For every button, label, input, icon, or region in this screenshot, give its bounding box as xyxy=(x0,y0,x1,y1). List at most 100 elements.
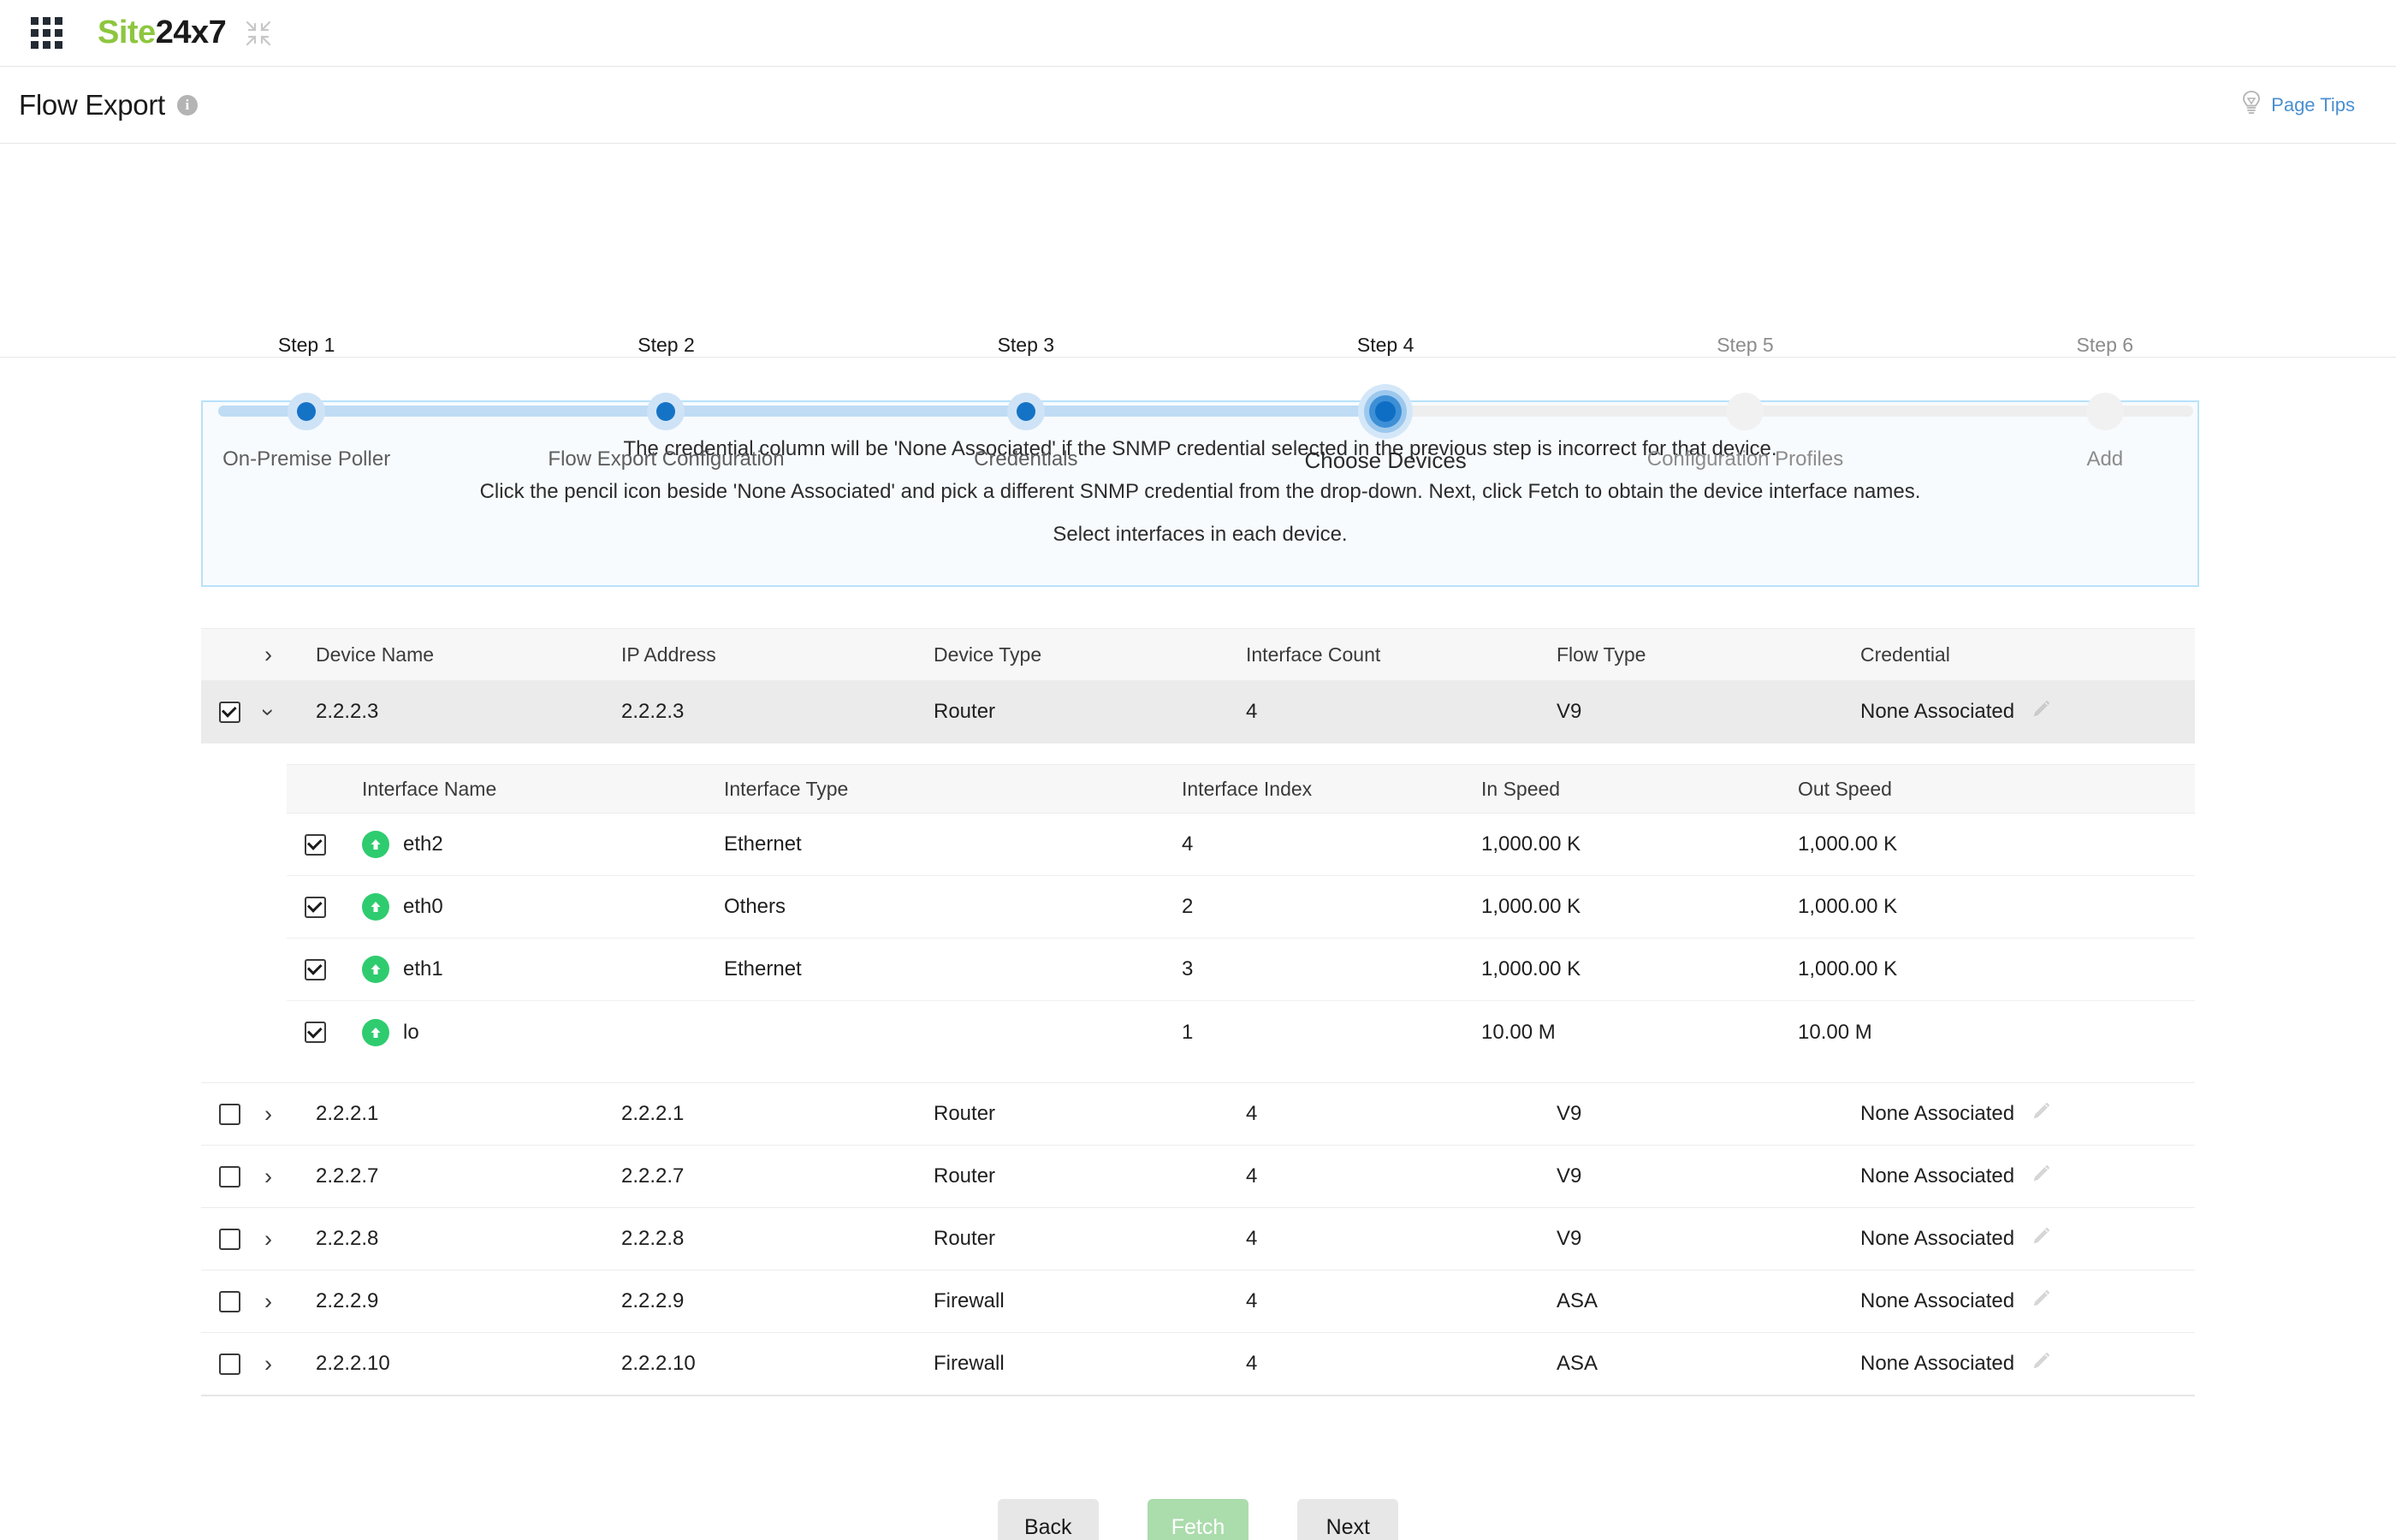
header-expand-cell[interactable]: › xyxy=(258,643,316,666)
device-credential: None Associated xyxy=(1860,1102,2015,1125)
device-row[interactable]: › 2.2.2.3 2.2.2.3 Router 4 V9 None Associated xyxy=(201,681,2195,743)
device-interface-count: 4 xyxy=(1246,1102,1258,1125)
device-row-expand-toggle[interactable]: › xyxy=(258,1164,316,1188)
interface-header-index: Interface Index xyxy=(1182,777,1313,800)
chevron-right-icon[interactable]: › xyxy=(264,1289,272,1313)
device-table-body: › 2.2.2.3 2.2.2.3 Router 4 V9 None Associated I… xyxy=(201,681,2195,1395)
device-row-checkbox-cell[interactable] xyxy=(201,1228,258,1250)
stepper-step-2[interactable]: Step 2 Flow Export Configuration xyxy=(486,144,845,471)
interface-row-checkbox-cell[interactable] xyxy=(287,896,343,918)
device-row[interactable]: › 2.2.2.7 2.2.2.7 Router 4 V9 None Associated xyxy=(201,1146,2195,1208)
device-interface-count: 4 xyxy=(1246,1227,1258,1250)
interface-header-name: Interface Name xyxy=(362,777,497,800)
interface-row-checkbox[interactable] xyxy=(304,958,326,980)
page-tips-link[interactable]: Page Tips xyxy=(2240,90,2355,121)
page-header-left: Flow Export i xyxy=(19,89,198,121)
chevron-right-icon[interactable]: › xyxy=(264,1352,272,1376)
device-row[interactable]: › 2.2.2.8 2.2.2.8 Router 4 V9 None Associated xyxy=(201,1208,2195,1270)
device-row-checkbox[interactable] xyxy=(218,1353,240,1375)
interface-row-checkbox-cell[interactable] xyxy=(287,958,343,980)
device-row-checkbox[interactable] xyxy=(218,1165,240,1188)
interface-row-checkbox-cell[interactable] xyxy=(287,833,343,856)
device-row-checkbox-cell[interactable] xyxy=(201,1165,258,1188)
edit-credential-pencil-icon[interactable] xyxy=(2030,1350,2052,1378)
device-name: 2.2.2.7 xyxy=(316,1164,379,1188)
stepper-step-dot-4[interactable] xyxy=(1206,384,1565,439)
interface-row-checkbox[interactable] xyxy=(304,833,326,856)
interface-in-speed: 1,000.00 K xyxy=(1481,832,1581,856)
device-row-checkbox-cell[interactable] xyxy=(201,701,258,723)
site24x7-logo[interactable]: Site24x7 xyxy=(98,15,227,51)
stepper-step-dot-3[interactable] xyxy=(846,388,1206,435)
fetch-button[interactable]: Fetch xyxy=(1147,1499,1249,1540)
edit-credential-pencil-icon[interactable] xyxy=(2030,1100,2052,1128)
page-content: The credential column will be 'None Asso… xyxy=(0,400,2396,1540)
stepper-step-4[interactable]: Step 4 Choose Devices xyxy=(1206,144,1565,473)
interface-index: 4 xyxy=(1182,832,1194,856)
device-name: 2.2.2.9 xyxy=(316,1289,379,1312)
chevron-right-icon[interactable]: › xyxy=(264,1164,272,1188)
info-banner-line-1: Click the pencil icon beside 'None Assoc… xyxy=(479,480,1921,503)
interface-row[interactable]: eth1 Ethernet 3 1,000.00 K 1,000.00 K xyxy=(287,939,2195,1001)
info-icon[interactable]: i xyxy=(176,94,198,116)
edit-credential-pencil-icon[interactable] xyxy=(2030,698,2052,726)
interface-row-checkbox[interactable] xyxy=(304,896,326,918)
stepper-step-1[interactable]: Step 1 On-Premise Poller xyxy=(127,144,486,471)
device-row-checkbox[interactable] xyxy=(218,701,240,723)
back-button[interactable]: Back xyxy=(997,1499,1099,1540)
stepper-step-dot-2[interactable] xyxy=(486,388,845,435)
edit-credential-pencil-icon[interactable] xyxy=(2030,1225,2052,1253)
header-device-name: Device Name xyxy=(316,643,435,666)
next-button[interactable]: Next xyxy=(1297,1499,1399,1540)
stepper-step-3[interactable]: Step 3 Credentials xyxy=(846,144,1206,471)
brand-name-part1: Site xyxy=(98,15,156,50)
stepper-step-6[interactable]: Step 6 Add xyxy=(1925,144,2285,471)
interface-row[interactable]: eth2 Ethernet 4 1,000.00 K 1,000.00 K xyxy=(287,814,2195,876)
interface-row-checkbox-cell[interactable] xyxy=(287,1022,343,1043)
chevron-down-icon[interactable]: › xyxy=(256,708,282,716)
device-row-expand-toggle[interactable]: › xyxy=(258,1289,316,1313)
device-type: Router xyxy=(934,1227,996,1250)
interface-sub-table-container: Interface Name Interface Type Interface In… xyxy=(201,743,2195,1083)
interface-row-name-cell: eth1 xyxy=(343,956,724,983)
device-row[interactable]: › 2.2.2.1 2.2.2.1 Router 4 V9 None Associated xyxy=(201,1083,2195,1146)
interface-row[interactable]: eth0 Others 2 1,000.00 K 1,000.00 K xyxy=(287,876,2195,939)
device-row-expand-toggle[interactable]: › xyxy=(256,701,316,724)
stepper-inner: Step 1 On-Premise Poller Step 2 Flow Export… xyxy=(127,144,2285,473)
interface-row[interactable]: lo 1 10.00 M 10.00 M xyxy=(287,1001,2195,1063)
chevron-right-icon[interactable]: › xyxy=(264,1102,272,1126)
device-row-expand-toggle[interactable]: › xyxy=(258,1227,316,1251)
device-row-checkbox-cell[interactable] xyxy=(201,1290,258,1312)
device-row-checkbox[interactable] xyxy=(218,1103,240,1125)
device-credential-cell: None Associated xyxy=(1860,1288,2195,1316)
stepper-step-dot-5[interactable] xyxy=(1565,388,1925,435)
device-row-expand-toggle[interactable]: › xyxy=(258,1352,316,1376)
device-row-checkbox[interactable] xyxy=(218,1290,240,1312)
device-type: Router xyxy=(934,1102,996,1125)
device-row[interactable]: › 2.2.2.10 2.2.2.10 Firewall 4 ASA None Associ… xyxy=(201,1333,2195,1395)
device-credential: None Associated xyxy=(1860,1227,2015,1250)
collapse-arrows-icon[interactable] xyxy=(245,20,272,47)
device-row-checkbox-cell[interactable] xyxy=(201,1353,258,1375)
stepper-steps: Step 1 On-Premise Poller Step 2 Flow Export… xyxy=(127,144,2285,473)
device-flow-type: V9 xyxy=(1557,700,1582,723)
apps-grid-icon[interactable] xyxy=(29,16,63,50)
stepper-step-dot-6[interactable] xyxy=(1925,388,2285,435)
device-row-checkbox[interactable] xyxy=(218,1228,240,1250)
stepper-step-dot-1[interactable] xyxy=(127,388,486,435)
device-row[interactable]: › 2.2.2.9 2.2.2.9 Firewall 4 ASA None Associat… xyxy=(201,1270,2195,1333)
stepper-step-label-6: Add xyxy=(2086,447,2124,471)
wizard-stepper: Step 1 On-Premise Poller Step 2 Flow Export… xyxy=(0,144,2396,473)
interface-up-icon xyxy=(362,893,389,921)
stepper-dot-core xyxy=(1016,402,1035,421)
device-row-checkbox-cell[interactable] xyxy=(201,1103,258,1125)
chevron-right-icon[interactable]: › xyxy=(264,1227,272,1251)
edit-credential-pencil-icon[interactable] xyxy=(2030,1163,2052,1191)
interface-row-checkbox[interactable] xyxy=(304,1022,326,1043)
lightbulb-icon xyxy=(2240,90,2263,121)
device-row-expand-toggle[interactable]: › xyxy=(258,1102,316,1126)
stepper-step-5[interactable]: Step 5 Configuration Profiles xyxy=(1565,144,1925,471)
stepper-step-title-2: Step 2 xyxy=(638,334,695,356)
edit-credential-pencil-icon[interactable] xyxy=(2030,1288,2052,1316)
interface-type: Ethernet xyxy=(724,832,802,856)
